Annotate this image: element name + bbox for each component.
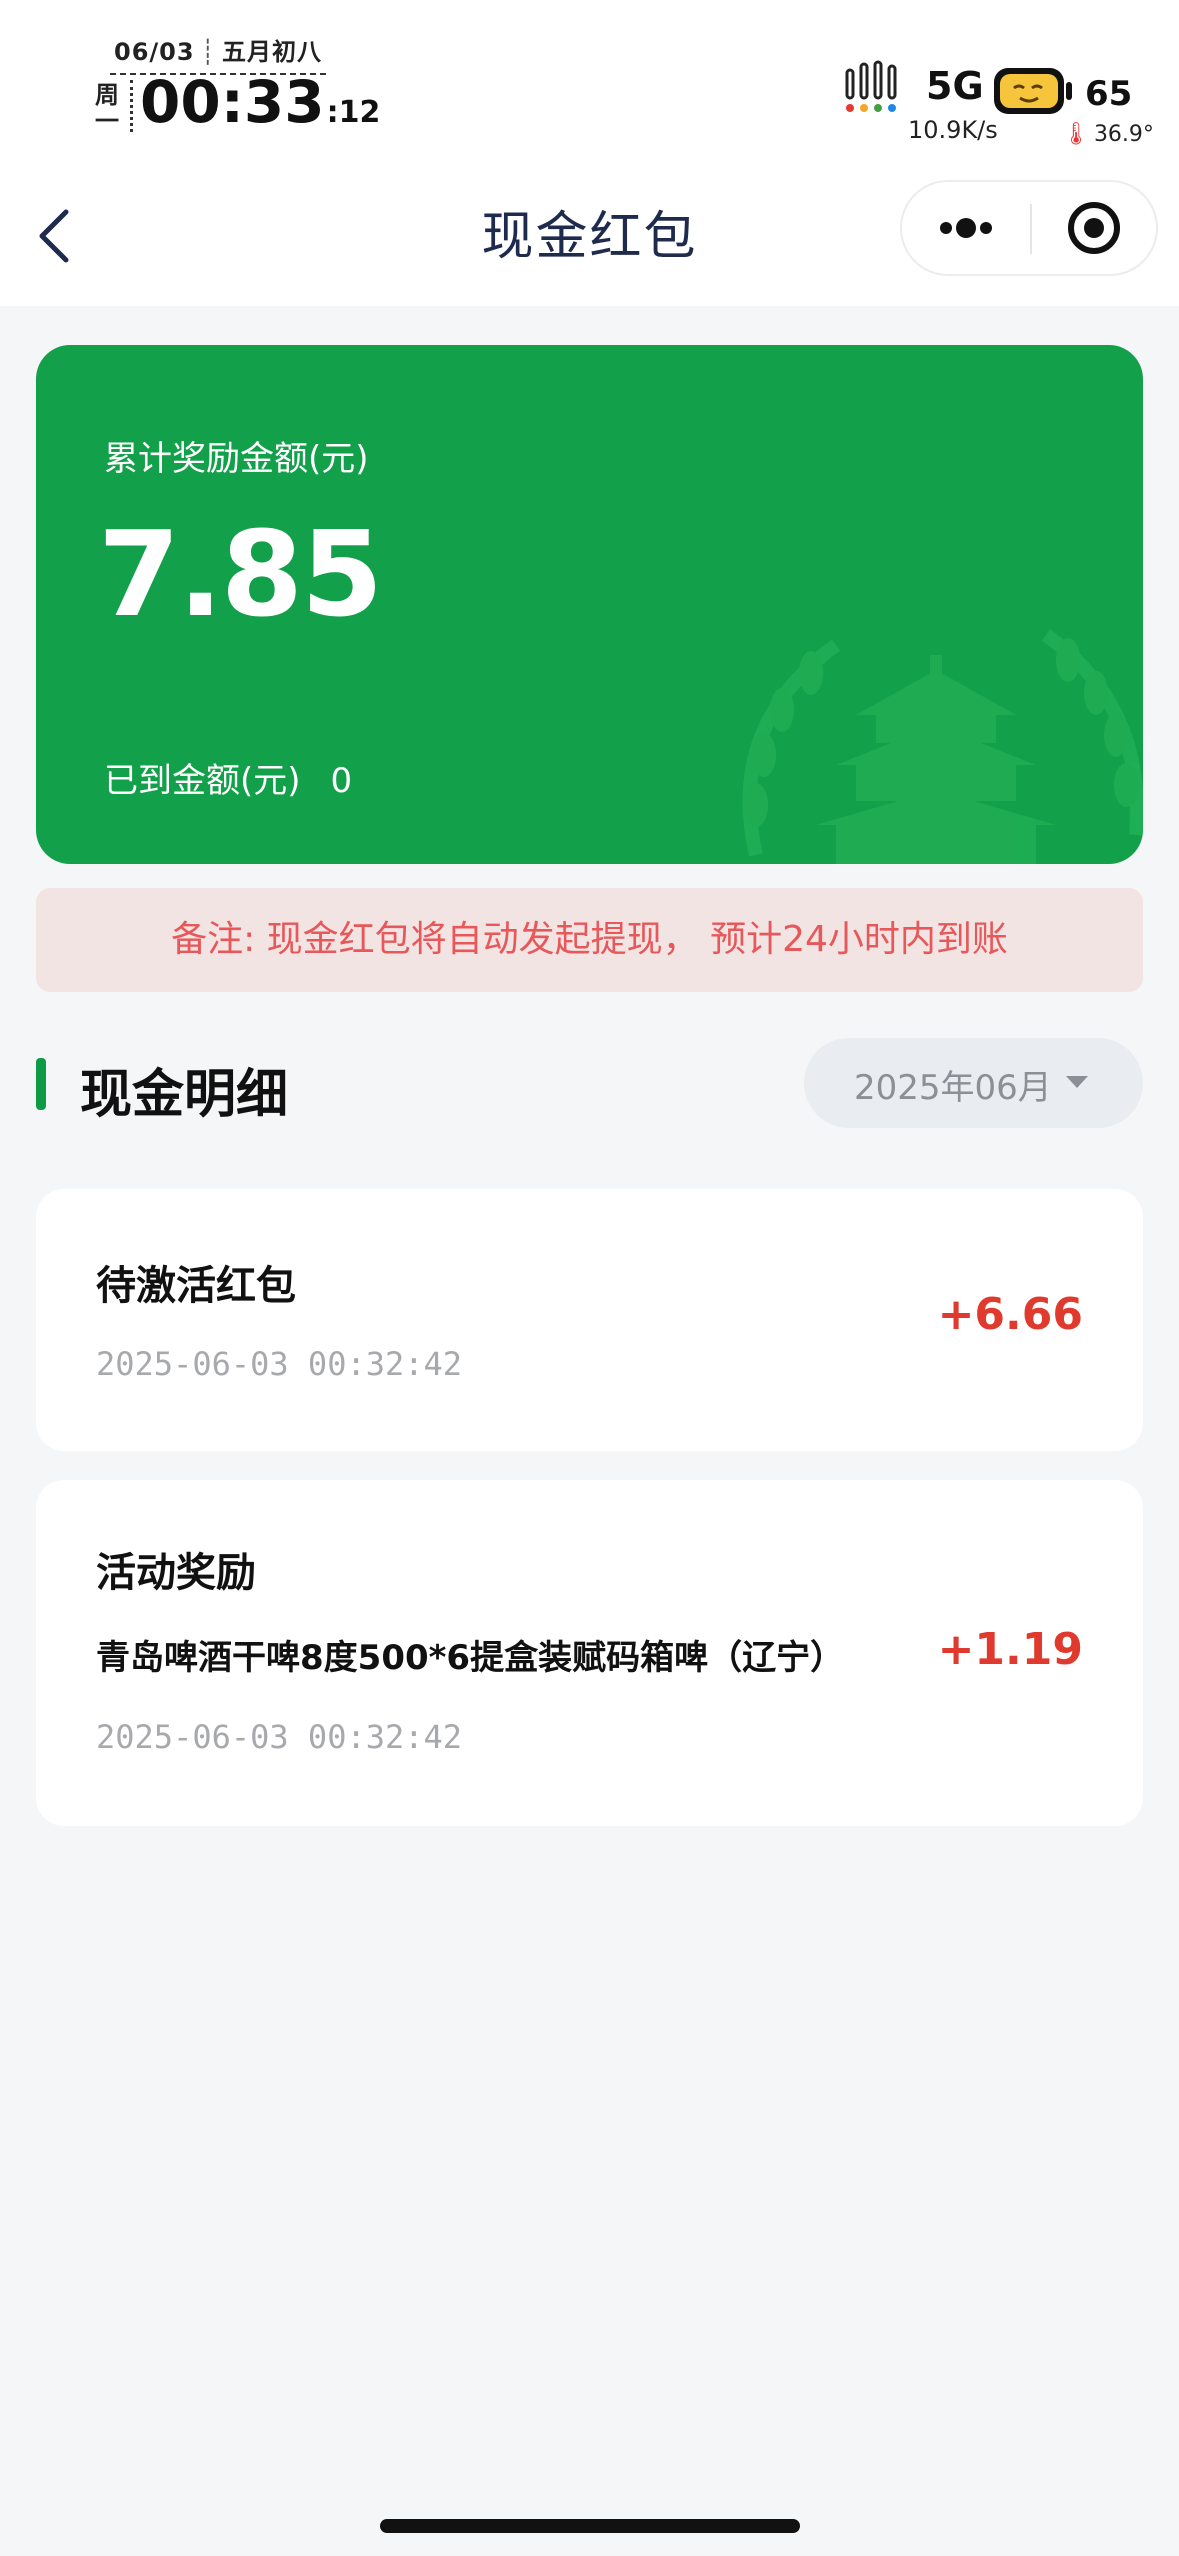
month-selector-value: 2025年06月	[854, 1068, 1052, 1108]
status-clock: 00:33:12	[140, 68, 380, 136]
target-close-icon[interactable]	[1032, 182, 1158, 274]
status-date-value: 06/03	[114, 38, 195, 66]
more-dots-icon[interactable]	[902, 182, 1030, 274]
record-time: 2025-06-03 00:32:42	[96, 1345, 463, 1383]
temple-emblem-icon	[742, 629, 1143, 864]
record-amount: +6.66	[937, 1289, 1083, 1340]
status-divider	[130, 80, 134, 132]
section-title: 现金明细	[80, 1065, 289, 1125]
device-temperature: 🌡 36.9°	[1062, 122, 1154, 147]
record-title: 待激活红包	[96, 1263, 296, 1309]
arrived-amount-value: 0	[330, 761, 353, 801]
total-reward-label: 累计奖励金额(元)	[104, 439, 369, 479]
home-indicator[interactable]	[380, 2519, 800, 2533]
record-product-name: 青岛啤酒干啤8度500*6提盒装赋码箱啤（辽宁）	[96, 1638, 845, 1678]
withdrawal-notice: 备注: 现金红包将自动发起提现， 预计24小时内到账	[36, 888, 1143, 992]
nav-bar: 现金红包	[0, 170, 1179, 306]
section-accent-bar	[36, 1058, 46, 1110]
signal-icon	[845, 60, 897, 112]
arrived-amount-row: 已到金额(元) 0	[104, 753, 352, 802]
thermometer-icon: 🌡	[1062, 122, 1090, 147]
status-bar: 06/03 ┊ 五月初八 周一 00:33:12 5G 10.9K/s 65 🌡 36…	[0, 0, 1179, 170]
record-card: 活动奖励 青岛啤酒干啤8度500*6提盒装赋码箱啤（辽宁） 2025-06-03…	[36, 1480, 1143, 1826]
battery-level: 65	[1085, 74, 1133, 114]
record-amount: +1.19	[937, 1624, 1083, 1675]
arrived-amount-label: 已到金额(元)	[104, 761, 301, 801]
record-card: 待激活红包 2025-06-03 00:32:42 +6.66	[36, 1189, 1143, 1451]
month-selector[interactable]: 2025年06月	[804, 1038, 1143, 1128]
network-speed: 10.9K/s	[908, 116, 998, 144]
temperature-value: 36.9°	[1093, 122, 1154, 147]
battery-icon	[994, 68, 1072, 114]
status-seconds: :12	[326, 95, 381, 130]
status-weekday: 周一	[95, 81, 119, 135]
status-lunar-date: 五月初八	[222, 38, 323, 66]
record-time: 2025-06-03 00:32:42	[96, 1718, 463, 1756]
total-reward-amount: 7.85	[98, 505, 383, 643]
status-time: 00:33	[140, 68, 325, 136]
reward-summary-card: 累计奖励金额(元) 7.85 已到金额(元) 0	[36, 345, 1143, 864]
mini-program-capsule	[900, 180, 1158, 276]
network-type: 5G	[926, 64, 984, 108]
caret-down-icon	[1066, 1076, 1088, 1088]
record-title: 活动奖励	[96, 1550, 256, 1596]
